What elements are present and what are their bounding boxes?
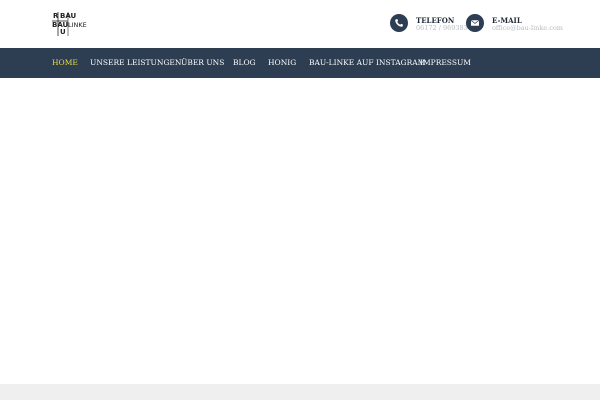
main-content — [0, 78, 600, 384]
footer-strip — [0, 384, 600, 400]
logo-bau-top: BAU — [60, 12, 77, 20]
logo-letter-r: R — [53, 12, 59, 20]
site-logo[interactable]: BAU BAU U R LINKE — [52, 12, 90, 36]
site-header: BAU BAU U R LINKE TELEFON 06172 / 969383… — [0, 0, 600, 48]
nav-item-impressum[interactable]: IMPRESSUM — [420, 48, 471, 78]
nav-item-instagram[interactable]: BAU-LINKE AUF INSTAGRAM — [309, 48, 425, 78]
phone-number[interactable]: 06172 / 969383 — [416, 24, 468, 32]
nav-item-unsere-leistungen[interactable]: UNSERE LEISTUNGEN — [90, 48, 181, 78]
nav-item-home[interactable]: HOME — [52, 48, 78, 78]
nav-item-ueber-uns[interactable]: ÜBER UNS — [181, 48, 224, 78]
nav-item-blog[interactable]: BLOG — [233, 48, 256, 78]
contact-email: E-MAIL office@bau-linke.com — [466, 14, 566, 34]
email-address[interactable]: office@bau-linke.com — [492, 24, 563, 32]
main-navigation: HOME UNSERE LEISTUNGEN ÜBER UNS BLOG HON… — [0, 48, 600, 78]
envelope-icon — [466, 14, 484, 32]
phone-icon — [390, 14, 408, 32]
logo-linke: LINKE — [68, 21, 87, 29]
contact-phone: TELEFON 06172 / 969383 — [390, 14, 470, 34]
logo-letter-u: U — [60, 28, 66, 36]
nav-item-honig[interactable]: HONIG — [268, 48, 296, 78]
